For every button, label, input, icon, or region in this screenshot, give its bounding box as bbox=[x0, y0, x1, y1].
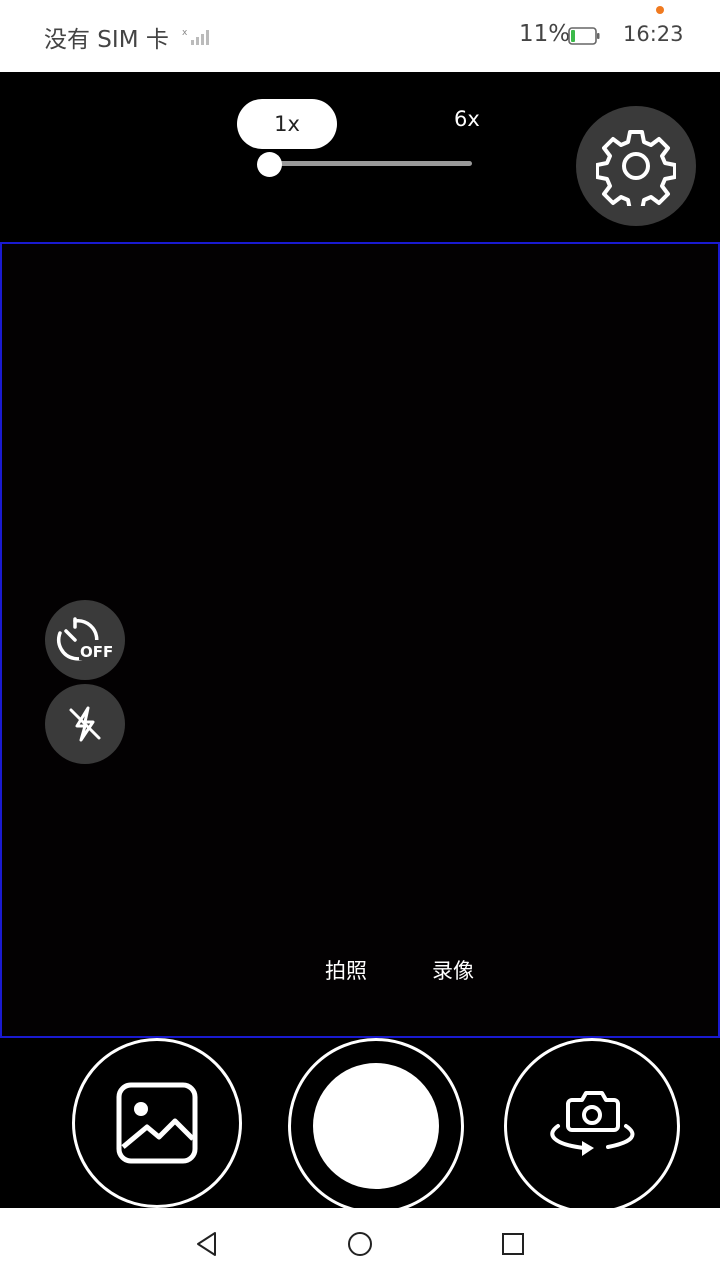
svg-text:OFF: OFF bbox=[80, 643, 113, 661]
zoom-max-label[interactable]: 6x bbox=[454, 107, 480, 131]
back-triangle-icon bbox=[197, 1232, 216, 1256]
battery-icon bbox=[568, 27, 600, 45]
timer-toggle-button[interactable]: OFF bbox=[45, 600, 125, 680]
nav-home-button[interactable] bbox=[342, 1226, 378, 1262]
shutter-button[interactable] bbox=[313, 1063, 439, 1189]
nav-recents-button[interactable] bbox=[495, 1226, 531, 1262]
status-bar: 没有 SIM 卡 x 11% 16:23 bbox=[0, 0, 720, 72]
gallery-button[interactable] bbox=[72, 1038, 242, 1208]
mode-video-tab[interactable]: 录像 bbox=[432, 955, 474, 985]
gear-icon bbox=[596, 130, 676, 206]
signal-icon: x bbox=[182, 28, 209, 45]
camera-switch-icon bbox=[550, 1091, 635, 1156]
svg-text:x: x bbox=[182, 28, 188, 38]
flash-toggle-button[interactable] bbox=[45, 684, 125, 764]
nav-back-button[interactable] bbox=[189, 1226, 225, 1262]
zoom-slider-handle[interactable] bbox=[256, 152, 282, 177]
recents-square-icon bbox=[502, 1233, 524, 1255]
image-icon bbox=[116, 1082, 198, 1164]
navigation-bar bbox=[0, 1208, 720, 1280]
flash-off-icon bbox=[69, 706, 101, 742]
mode-photo-tab[interactable]: 拍照 bbox=[325, 955, 367, 985]
carrier-label: 没有 SIM 卡 bbox=[44, 27, 169, 53]
notification-dot bbox=[656, 6, 664, 14]
zoom-current-button[interactable]: 1x bbox=[237, 99, 337, 149]
home-circle-icon bbox=[348, 1232, 372, 1256]
switch-camera-button[interactable] bbox=[504, 1038, 680, 1214]
zoom-slider-track[interactable] bbox=[268, 161, 472, 166]
settings-button[interactable] bbox=[576, 106, 696, 226]
timer-off-icon: OFF bbox=[56, 617, 116, 661]
battery-percentage: 11% bbox=[519, 21, 571, 47]
status-time: 16:23 bbox=[623, 22, 684, 46]
